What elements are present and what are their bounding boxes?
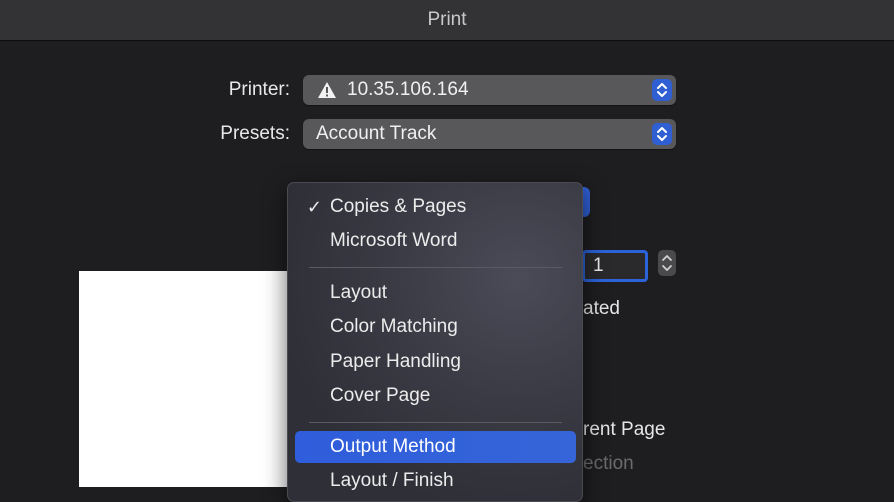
menu-item-cover-page[interactable]: Cover Page — [295, 380, 576, 412]
page-preview — [79, 271, 309, 487]
printer-label: Printer: — [228, 79, 290, 100]
copies-stepper[interactable] — [658, 250, 676, 276]
collated-label-fragment: ated — [583, 298, 620, 319]
title-bar: Print — [0, 0, 894, 41]
printer-popup[interactable]: 10.35.106.164 — [303, 75, 676, 105]
selection-label-fragment: ection — [583, 453, 634, 474]
menu-item-paper-handling[interactable]: Paper Handling — [295, 346, 576, 378]
menu-item-color-matching[interactable]: Color Matching — [295, 311, 576, 343]
section-dropdown-menu: ✓ Copies & Pages Microsoft Word Layout C… — [287, 182, 583, 502]
menu-separator — [309, 422, 562, 423]
presets-value: Account Track — [316, 123, 437, 144]
presets-label: Presets: — [220, 123, 290, 144]
menu-separator — [309, 267, 562, 268]
chevron-updown-icon — [652, 79, 672, 101]
menu-item-copies-pages[interactable]: ✓ Copies & Pages — [295, 191, 576, 223]
window-title: Print — [427, 9, 467, 30]
warning-triangle-icon — [317, 81, 337, 99]
printer-value: 10.35.106.164 — [347, 79, 469, 100]
menu-item-output-method[interactable]: Output Method — [295, 431, 576, 463]
chevron-updown-icon — [652, 123, 672, 145]
presets-popup[interactable]: Account Track — [303, 119, 676, 149]
current-page-label-fragment: rent Page — [583, 419, 666, 440]
checkmark-icon: ✓ — [306, 196, 322, 217]
menu-item-layout-finish[interactable]: Layout / Finish — [295, 465, 576, 497]
copies-input[interactable]: 1 — [582, 250, 648, 282]
menu-item-microsoft-word[interactable]: Microsoft Word — [295, 225, 576, 257]
menu-item-layout[interactable]: Layout — [295, 277, 576, 309]
